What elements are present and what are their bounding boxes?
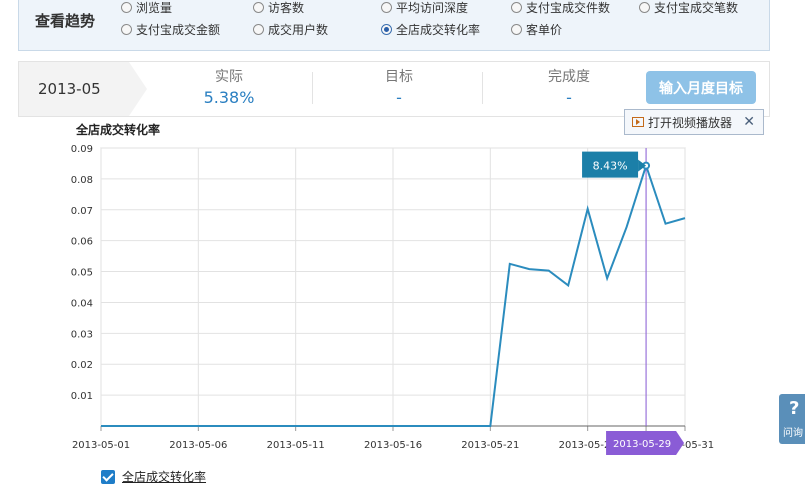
data-point bbox=[547, 269, 551, 273]
data-point bbox=[255, 424, 259, 428]
x-tick-label: 2013-05-06 bbox=[169, 440, 227, 451]
data-point bbox=[508, 262, 512, 266]
data-point bbox=[216, 424, 220, 428]
data-point bbox=[488, 424, 492, 428]
y-tick-label: 0.08 bbox=[71, 175, 93, 186]
x-tick-label: 2013-05-11 bbox=[267, 440, 325, 451]
data-point bbox=[333, 424, 337, 428]
data-point bbox=[99, 424, 103, 428]
data-point bbox=[177, 424, 181, 428]
data-point bbox=[625, 225, 629, 229]
data-point bbox=[391, 424, 395, 428]
x-tick-label: 2013-05-01 bbox=[72, 440, 130, 451]
data-point bbox=[586, 207, 590, 211]
y-tick-label: 0.06 bbox=[71, 237, 93, 248]
x-tick-label: 2013-05-21 bbox=[461, 440, 519, 451]
legend-label[interactable]: 全店成交转化率 bbox=[122, 468, 206, 485]
conversion-rate-line-chart: 0.01 0.02 0.03 0.04 0.05 0.06 0.07 0.08 0.09 2013… bbox=[71, 144, 714, 455]
data-point bbox=[235, 424, 239, 428]
help-tab[interactable]: ? 问询 bbox=[779, 394, 805, 444]
data-point bbox=[352, 424, 356, 428]
chart-legend[interactable]: 全店成交转化率 bbox=[101, 468, 206, 485]
data-point bbox=[449, 424, 453, 428]
x-tick-label: 2013-05-16 bbox=[364, 440, 422, 451]
y-tick-label: 0.04 bbox=[71, 298, 93, 309]
data-point bbox=[138, 424, 142, 428]
data-point bbox=[410, 424, 414, 428]
data-point bbox=[294, 424, 298, 428]
tooltip-label: 8.43% bbox=[593, 160, 628, 173]
y-tick-label: 0.05 bbox=[71, 268, 93, 279]
data-point bbox=[274, 424, 278, 428]
data-point bbox=[430, 424, 434, 428]
data-point bbox=[664, 222, 668, 226]
data-point bbox=[605, 276, 609, 280]
data-point bbox=[683, 216, 687, 220]
data-point bbox=[157, 424, 161, 428]
help-icon: ? bbox=[789, 398, 800, 419]
data-point bbox=[566, 283, 570, 287]
y-tick-label: 0.01 bbox=[71, 391, 93, 402]
data-point bbox=[372, 424, 376, 428]
highlight-date-label: 2013-05-29 bbox=[613, 439, 671, 450]
data-point bbox=[469, 424, 473, 428]
legend-checkbox[interactable] bbox=[101, 469, 115, 484]
y-tick-label: 0.07 bbox=[71, 206, 93, 217]
data-point bbox=[118, 424, 122, 428]
data-point bbox=[527, 267, 531, 271]
data-point bbox=[196, 424, 200, 428]
y-tick-label: 0.03 bbox=[71, 329, 93, 340]
data-point bbox=[313, 424, 317, 428]
help-label: 问询 bbox=[783, 428, 803, 439]
y-tick-label: 0.09 bbox=[71, 144, 93, 155]
y-tick-label: 0.02 bbox=[71, 360, 93, 371]
